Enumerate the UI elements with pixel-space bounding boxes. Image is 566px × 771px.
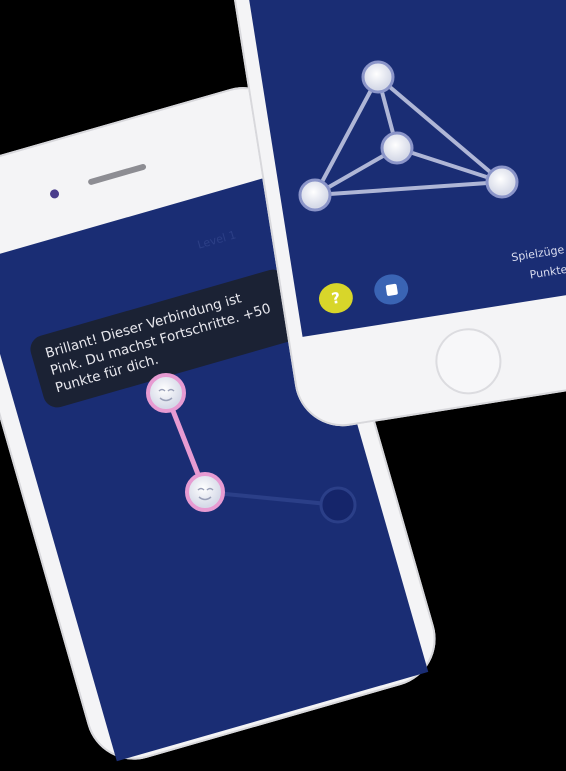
left-graph bbox=[148, 375, 355, 522]
game-graph bbox=[0, 0, 566, 566]
edge bbox=[397, 148, 502, 182]
edge bbox=[378, 77, 502, 182]
graph-node[interactable] bbox=[300, 180, 330, 210]
graph-node[interactable] bbox=[487, 167, 517, 197]
graph-node[interactable] bbox=[363, 62, 393, 92]
edge bbox=[315, 182, 502, 195]
graph-node[interactable] bbox=[382, 133, 412, 163]
smiley-node[interactable] bbox=[148, 375, 184, 411]
smiley-node[interactable] bbox=[187, 474, 223, 510]
graph-node-inactive[interactable] bbox=[321, 488, 355, 522]
